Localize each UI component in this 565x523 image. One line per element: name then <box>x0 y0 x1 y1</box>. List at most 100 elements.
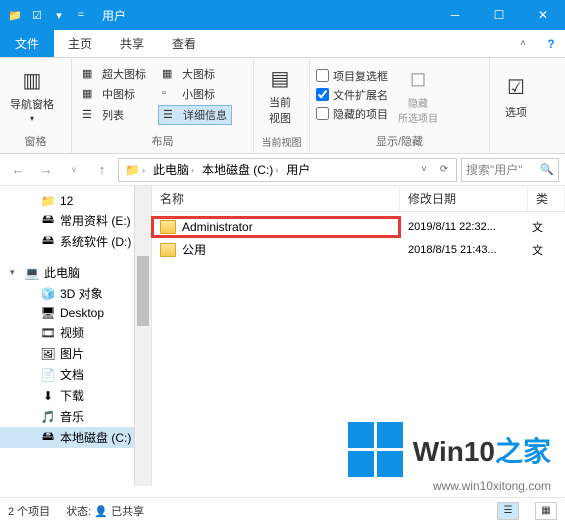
chevron-down-icon: ▾ <box>30 114 34 123</box>
tree-item[interactable]: 🖼图片 <box>0 343 151 364</box>
search-input[interactable]: 搜索"用户" 🔍 <box>461 158 559 182</box>
tree-item[interactable]: 🖴系统软件 (D:) <box>0 231 151 252</box>
video-icon: 🎞 <box>40 326 56 340</box>
ribbon-group-layout: ▦超大图标 ▦大图标 ▦中图标 ▫小图标 ☰列表 ☰详细信息 布局 <box>72 58 254 153</box>
file-date: 2019/8/11 22:32... <box>400 218 528 236</box>
file-type: 文 <box>528 216 547 238</box>
tree-item[interactable]: 📁12 <box>0 192 151 210</box>
tree-item[interactable]: 🎵音乐 <box>0 406 151 427</box>
details-icon: ☰ <box>163 108 179 122</box>
current-view-button[interactable]: ▤ 当前 视图 <box>260 62 300 128</box>
window-title: 用户 <box>96 7 433 24</box>
forward-button[interactable]: → <box>34 158 58 182</box>
view-details-button[interactable]: ☰ <box>497 502 519 520</box>
tree-scrollbar[interactable] <box>134 186 151 486</box>
close-button[interactable]: ✕ <box>521 0 565 30</box>
pin-icon[interactable]: = <box>72 6 90 24</box>
tree-item[interactable]: ▾💻此电脑 <box>0 262 151 283</box>
tree-item[interactable]: 🧊3D 对象 <box>0 283 151 304</box>
table-row[interactable]: Administrator2019/8/11 22:32...文 <box>152 216 565 238</box>
layout-medium[interactable]: ▦中图标 <box>78 85 150 103</box>
file-rows: Administrator2019/8/11 22:32...文公用 2018/8… <box>152 212 565 265</box>
tree-item[interactable]: 🎞 视频 <box>0 322 151 343</box>
tree-item-label: 下载 <box>60 387 84 404</box>
qat-divider: ▾ <box>50 6 68 24</box>
col-type[interactable]: 类 <box>528 186 565 211</box>
view-icons-button[interactable]: ▦ <box>535 502 557 520</box>
title-bar: 📁 ☑ ▾ = 用户 ─ ☐ ✕ <box>0 0 565 30</box>
nav-pane-icon: ▥ <box>16 66 48 94</box>
options-button[interactable]: ☑ 选项 <box>496 72 536 122</box>
tree-item-label: 12 <box>60 194 73 208</box>
group-label-current-view: 当前视图 <box>254 132 309 153</box>
layout-large[interactable]: ▦大图标 <box>158 65 232 83</box>
column-headers: 名称 修改日期 类 <box>152 186 565 212</box>
checkbox-icon[interactable]: ☑ <box>28 6 46 24</box>
minimize-button[interactable]: ─ <box>433 0 477 30</box>
col-date[interactable]: 修改日期 <box>400 186 528 211</box>
layout-small[interactable]: ▫小图标 <box>158 85 232 103</box>
col-name[interactable]: 名称 <box>152 186 400 211</box>
nav-pane-button[interactable]: ▥ 导航窗格 ▾ <box>6 64 58 125</box>
tree-item[interactable]: ⬇ 下载 <box>0 385 151 406</box>
chk-item-checkboxes[interactable]: 项目复选框 <box>316 68 388 84</box>
tab-view[interactable]: 查看 <box>158 30 210 57</box>
tree-twisty[interactable]: ▾ <box>10 267 20 278</box>
group-label-panes: 窗格 <box>0 131 71 153</box>
breadcrumb-root-icon[interactable]: 📁› <box>121 163 149 177</box>
layout-details[interactable]: ☰详细信息 <box>158 105 232 125</box>
tree-item[interactable]: 🖴常用资料 (E:) <box>0 210 151 231</box>
3d-icon: 🧊 <box>40 287 56 301</box>
file-type: 文 <box>528 239 547 261</box>
history-dropdown[interactable]: ˅ <box>62 158 86 182</box>
hide-icon: ◻ <box>402 65 434 93</box>
tab-home[interactable]: 主页 <box>54 30 106 57</box>
layout-list[interactable]: ☰列表 <box>78 105 150 125</box>
maximize-button[interactable]: ☐ <box>477 0 521 30</box>
ribbon-collapse-button[interactable]: ˄ <box>509 30 537 57</box>
docs-icon: 📄 <box>40 368 56 382</box>
tree-item-label: 此电脑 <box>44 264 80 281</box>
group-label-showhide: 显示/隐藏 <box>310 131 489 153</box>
help-button[interactable]: ? <box>537 30 565 57</box>
tree-item[interactable]: 📄 文档 <box>0 364 151 385</box>
list-icon: ☰ <box>82 108 98 122</box>
ribbon-group-panes: ▥ 导航窗格 ▾ 窗格 <box>0 58 72 153</box>
status-bar: 2 个项目 状态: 👤 已共享 ☰ ▦ <box>0 497 565 523</box>
tab-share[interactable]: 共享 <box>106 30 158 57</box>
ribbon-tabs: 文件 主页 共享 查看 ˄ ? <box>0 30 565 58</box>
drive-icon: 🖴 <box>40 214 56 228</box>
ribbon-group-options: ☑ 选项 <box>490 58 565 153</box>
status-count: 2 个项目 <box>8 503 50 519</box>
back-button[interactable]: ← <box>6 158 30 182</box>
tree-item-label: 视频 <box>60 324 84 341</box>
chk-hidden-items[interactable]: 隐藏的项目 <box>316 106 388 122</box>
tree-item-label: Desktop <box>60 306 104 320</box>
hide-selected-button[interactable]: ◻ 隐藏 所选项目 <box>394 63 442 127</box>
table-row[interactable]: 公用 2018/8/15 21:43...文 <box>152 238 565 261</box>
tree-item[interactable]: 🖥Desktop <box>0 304 151 322</box>
up-button[interactable]: ↑ <box>90 158 114 182</box>
tab-file[interactable]: 文件 <box>0 30 54 57</box>
breadcrumb-seg-1[interactable]: 本地磁盘 (C:)› <box>198 161 282 178</box>
ribbon: ▥ 导航窗格 ▾ 窗格 ▦超大图标 ▦大图标 ▦中图标 ▫小图标 ☰列表 ☰详细… <box>0 58 565 154</box>
breadcrumb-dropdown[interactable]: ˅ <box>414 164 434 175</box>
nav-pane-label: 导航窗格 <box>10 96 54 112</box>
chk-file-extensions[interactable]: 文件扩展名 <box>316 87 388 103</box>
tree-item-label: 文档 <box>60 366 84 383</box>
small-icon: ▫ <box>162 87 178 101</box>
breadcrumb-seg-0[interactable]: 此电脑› <box>149 161 198 178</box>
nav-tree[interactable]: 📁12🖴常用资料 (E:)🖴系统软件 (D:)▾💻此电脑🧊3D 对象🖥Deskt… <box>0 186 152 486</box>
breadcrumb[interactable]: 📁› 此电脑› 本地磁盘 (C:)› 用户 ˅ ⟳ <box>118 158 457 182</box>
file-date: 2018/8/15 21:43... <box>400 241 528 259</box>
current-view-icon: ▤ <box>264 64 296 92</box>
breadcrumb-seg-2[interactable]: 用户 <box>282 161 314 178</box>
file-name: 公用 <box>182 241 206 258</box>
file-list: 名称 修改日期 类 Administrator2019/8/11 22:32..… <box>152 186 565 486</box>
layout-extra-large[interactable]: ▦超大图标 <box>78 65 150 83</box>
downloads-icon: ⬇ <box>40 389 56 403</box>
tree-item-label: 系统软件 (D:) <box>60 233 131 250</box>
content-area: 📁12🖴常用资料 (E:)🖴系统软件 (D:)▾💻此电脑🧊3D 对象🖥Deskt… <box>0 186 565 486</box>
refresh-button[interactable]: ⟳ <box>434 164 454 175</box>
tree-item[interactable]: 🖴本地磁盘 (C:) <box>0 427 151 448</box>
